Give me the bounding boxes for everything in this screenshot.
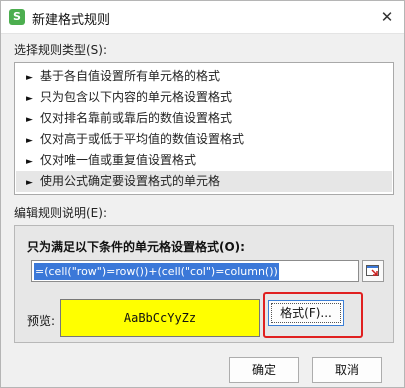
focus-ring xyxy=(271,303,341,323)
rule-type-item[interactable]: ► 仅对排名靠前或靠后的数值设置格式 xyxy=(16,108,392,129)
triangle-right-icon: ► xyxy=(26,136,33,146)
rule-type-item-label: 仅对高于或低于平均值的数值设置格式 xyxy=(40,132,245,146)
preview-label: 预览: xyxy=(27,314,56,328)
formula-text: =(cell("row")=row())+(cell("col")=column… xyxy=(34,263,279,280)
triangle-right-icon: ► xyxy=(26,178,33,188)
wps-app-icon: S xyxy=(9,9,25,25)
rule-type-list: ► 基于各自值设置所有单元格的格式 ► 只为包含以下内容的单元格设置格式 ► 仅对排名… xyxy=(14,62,394,195)
triangle-right-icon: ► xyxy=(26,94,33,104)
rule-type-item[interactable]: ► 仅对高于或低于平均值的数值设置格式 xyxy=(16,129,392,150)
triangle-right-icon: ► xyxy=(26,115,33,125)
formula-input[interactable]: =(cell("row")=row())+(cell("col")=column… xyxy=(31,260,359,282)
ok-button[interactable]: 确定 xyxy=(229,357,299,383)
rule-type-item-label: 仅对唯一值或重复值设置格式 xyxy=(40,153,197,167)
new-format-rule-dialog: S 新建格式规则 ✕ 选择规则类型(S): ► 基于各自值设置所有单元格的格式 ►… xyxy=(0,0,405,388)
rule-type-item-selected[interactable]: ► 使用公式确定要设置格式的单元格 xyxy=(16,171,392,192)
rule-type-item-label: 仅对排名靠前或靠后的数值设置格式 xyxy=(40,111,233,125)
dialog-title: 新建格式规则 xyxy=(32,13,111,28)
rule-type-item[interactable]: ► 只为包含以下内容的单元格设置格式 xyxy=(16,87,392,108)
close-button[interactable]: ✕ xyxy=(376,6,398,28)
edit-description-label: 编辑规则说明(E): xyxy=(14,206,107,220)
rule-type-item-label: 只为包含以下内容的单元格设置格式 xyxy=(40,90,233,104)
rule-type-item-label: 基于各自值设置所有单元格的格式 xyxy=(40,69,221,83)
range-select-icon xyxy=(366,265,379,276)
triangle-right-icon: ► xyxy=(26,157,33,167)
rule-type-item[interactable]: ► 基于各自值设置所有单元格的格式 xyxy=(16,66,392,87)
title-bar: S 新建格式规则 ✕ xyxy=(1,1,404,34)
format-preview: AaBbCcYyZz xyxy=(60,299,260,337)
rule-type-label: 选择规则类型(S): xyxy=(14,43,108,57)
rule-type-item[interactable]: ► 仅对唯一值或重复值设置格式 xyxy=(16,150,392,171)
range-select-button[interactable] xyxy=(362,260,384,282)
condition-heading: 只为满足以下条件的单元格设置格式(O): xyxy=(27,240,245,254)
cancel-button[interactable]: 取消 xyxy=(312,357,382,383)
triangle-right-icon: ► xyxy=(26,73,33,83)
rule-type-item-label: 使用公式确定要设置格式的单元格 xyxy=(40,174,221,188)
format-button[interactable]: 格式(F)... xyxy=(268,300,344,326)
